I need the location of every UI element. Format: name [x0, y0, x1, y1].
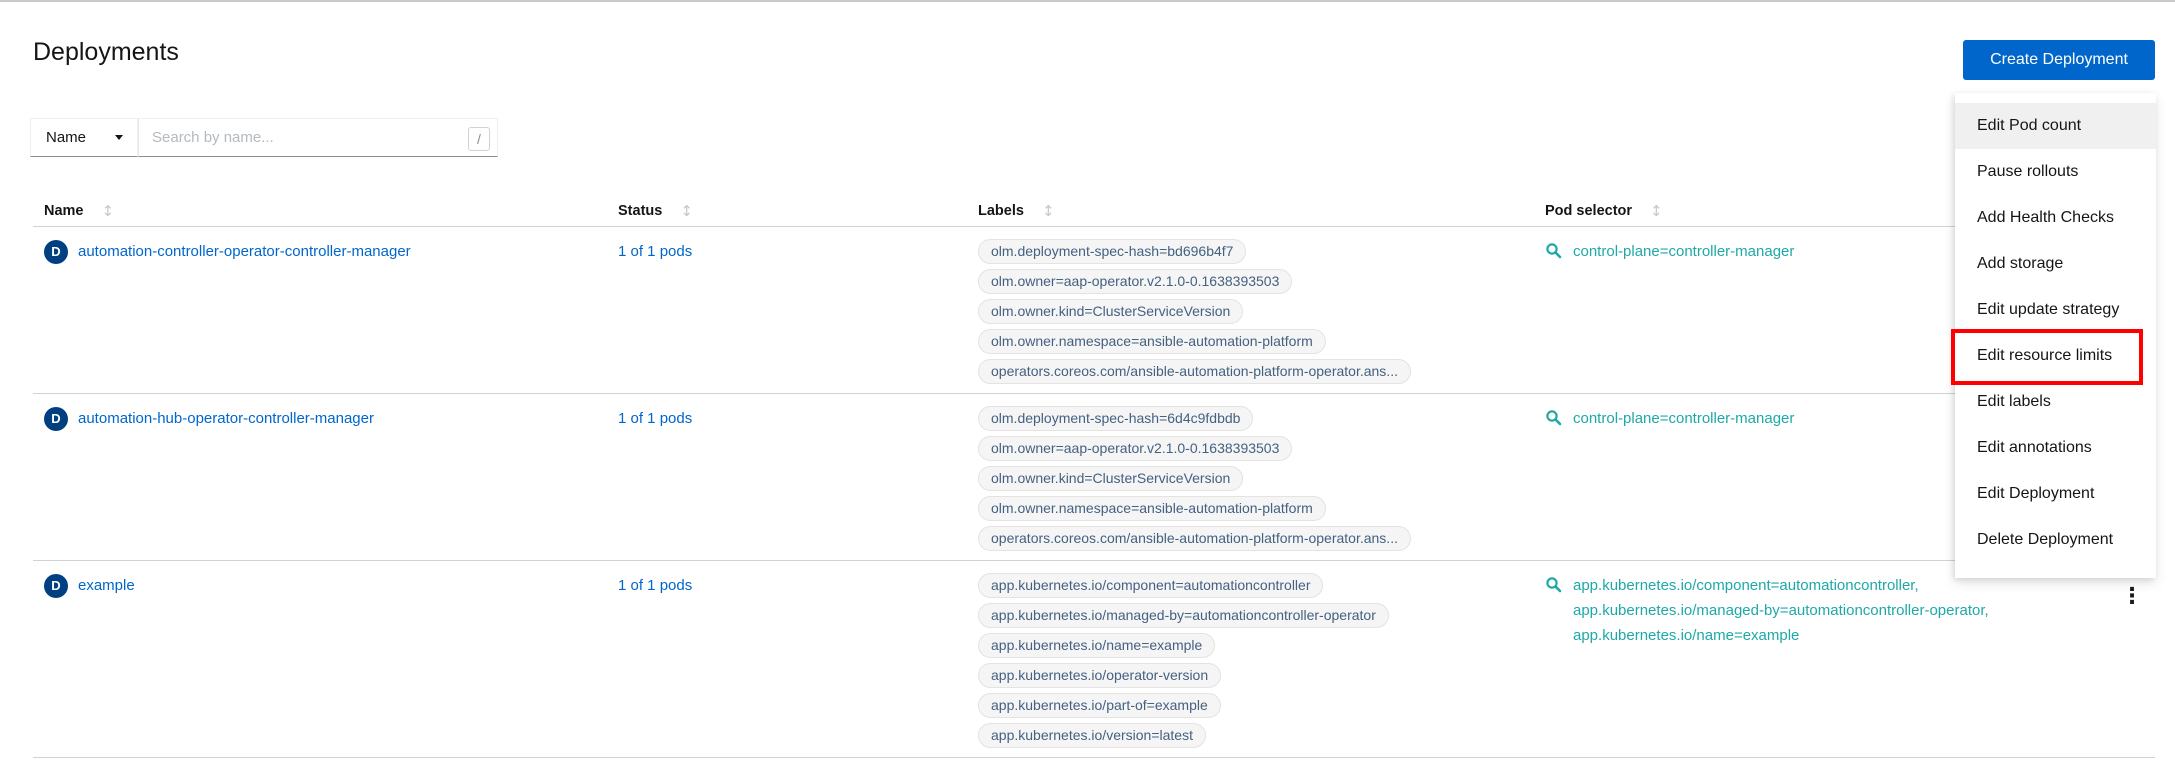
search-input[interactable]: [139, 119, 497, 156]
column-header-labels-label: Labels: [978, 203, 1024, 219]
label-pill[interactable]: olm.deployment-spec-hash=6d4c9fdbdb: [978, 406, 1253, 431]
pod-selector-text: app.kubernetes.io/name=example: [1573, 623, 2155, 648]
slash-shortcut-hint: /: [468, 127, 490, 151]
column-header-name[interactable]: Name ↕: [33, 202, 618, 220]
deployment-name-link[interactable]: automation-controller-operator-controlle…: [78, 239, 411, 264]
menu-item-edit-pod-count[interactable]: Edit Pod count: [1955, 103, 2156, 149]
table-row: D automation-hub-operator-controller-man…: [33, 394, 2155, 561]
deployment-name-link[interactable]: example: [78, 573, 135, 598]
filter-type-label: Name: [46, 129, 86, 146]
table-header-row: Name ↕ Status ↕ Labels ↕ Pod selector ↕: [33, 195, 2155, 227]
pod-selector-link[interactable]: app.kubernetes.io/component=automationco…: [1545, 573, 2155, 648]
deployment-badge: D: [44, 240, 68, 264]
status-cell: 1 of 1 pods: [618, 573, 978, 598]
column-header-status-label: Status: [618, 203, 662, 219]
label-pill[interactable]: olm.owner=aap-operator.v2.1.0-0.16383935…: [978, 436, 1292, 461]
pod-status-link[interactable]: 1 of 1 pods: [618, 406, 692, 431]
menu-item-edit-labels[interactable]: Edit labels: [1955, 379, 2156, 425]
pod-selector-text: app.kubernetes.io/managed-by=automationc…: [1573, 598, 2155, 623]
table-row: D example 1 of 1 pods app.kubernetes.io/…: [33, 561, 2155, 758]
label-pill[interactable]: olm.owner.kind=ClusterServiceVersion: [978, 466, 1243, 491]
column-header-pod-selector-label: Pod selector: [1545, 203, 1632, 219]
label-pill[interactable]: olm.deployment-spec-hash=bd696b4f7: [978, 239, 1246, 264]
menu-item-edit-annotations[interactable]: Edit annotations: [1955, 425, 2156, 471]
labels-cell: app.kubernetes.io/component=automationco…: [978, 573, 1545, 748]
column-header-status[interactable]: Status ↕: [618, 202, 978, 220]
menu-item-add-storage[interactable]: Add storage: [1955, 241, 2156, 287]
table-row: D automation-controller-operator-control…: [33, 227, 2155, 394]
column-header-name-label: Name: [44, 203, 84, 219]
label-pill[interactable]: app.kubernetes.io/name=example: [978, 633, 1215, 658]
status-cell: 1 of 1 pods: [618, 239, 978, 264]
labels-cell: olm.deployment-spec-hash=bd696b4f7 olm.o…: [978, 239, 1545, 384]
deployment-badge: D: [44, 407, 68, 431]
top-divider: [0, 0, 2175, 2]
deployment-name-cell: D automation-hub-operator-controller-man…: [33, 406, 618, 431]
labels-cell: olm.deployment-spec-hash=6d4c9fdbdb olm.…: [978, 406, 1545, 551]
sort-icon: ↕: [1042, 202, 1055, 220]
label-pill[interactable]: app.kubernetes.io/version=latest: [978, 723, 1206, 748]
menu-item-pause-rollouts[interactable]: Pause rollouts: [1955, 149, 2156, 195]
create-deployment-button[interactable]: Create Deployment: [1963, 40, 2155, 80]
pod-status-link[interactable]: 1 of 1 pods: [618, 239, 692, 264]
deployment-name-cell: D example: [33, 573, 618, 598]
label-pill[interactable]: olm.owner.namespace=ansible-automation-p…: [978, 496, 1326, 521]
label-pill[interactable]: olm.owner.kind=ClusterServiceVersion: [978, 299, 1243, 324]
filter-type-dropdown[interactable]: Name: [30, 118, 138, 157]
filter-toolbar: Name /: [30, 118, 498, 157]
label-pill[interactable]: app.kubernetes.io/operator-version: [978, 663, 1221, 688]
deployment-name-cell: D automation-controller-operator-control…: [33, 239, 618, 264]
kebab-menu-icon[interactable]: ⋮: [2120, 578, 2144, 616]
column-header-labels[interactable]: Labels ↕: [978, 202, 1545, 220]
deployment-badge: D: [44, 574, 68, 598]
menu-item-add-health-checks[interactable]: Add Health Checks: [1955, 195, 2156, 241]
label-pill[interactable]: app.kubernetes.io/managed-by=automationc…: [978, 603, 1389, 628]
menu-item-delete-deployment[interactable]: Delete Deployment: [1955, 517, 2156, 563]
search-box: /: [138, 118, 498, 157]
sort-icon: ↕: [1650, 202, 1663, 220]
menu-item-edit-resource-limits[interactable]: Edit resource limits: [1955, 333, 2156, 379]
menu-item-edit-deployment[interactable]: Edit Deployment: [1955, 471, 2156, 517]
search-icon: [1545, 242, 1562, 259]
menu-item-edit-update-strategy[interactable]: Edit update strategy: [1955, 287, 2156, 333]
deployment-name-link[interactable]: automation-hub-operator-controller-manag…: [78, 406, 374, 431]
status-cell: 1 of 1 pods: [618, 406, 978, 431]
page-title: Deployments: [33, 38, 179, 67]
pod-selector-cell: app.kubernetes.io/component=automationco…: [1545, 573, 2155, 648]
label-pill[interactable]: app.kubernetes.io/component=automationco…: [978, 573, 1323, 598]
label-pill[interactable]: olm.owner=aap-operator.v2.1.0-0.16383935…: [978, 269, 1292, 294]
search-icon: [1545, 576, 1562, 593]
pod-status-link[interactable]: 1 of 1 pods: [618, 573, 692, 598]
sort-icon: ↕: [102, 202, 115, 220]
label-pill[interactable]: olm.owner.namespace=ansible-automation-p…: [978, 329, 1326, 354]
search-icon: [1545, 409, 1562, 426]
label-pill[interactable]: operators.coreos.com/ansible-automation-…: [978, 359, 1411, 384]
deployments-page: Deployments Create Deployment Name / Nam…: [0, 0, 2175, 765]
chevron-down-icon: [115, 135, 123, 140]
deployment-actions-menu: Edit Pod count Pause rollouts Add Health…: [1955, 93, 2156, 578]
deployments-table: Name ↕ Status ↕ Labels ↕ Pod selector ↕ …: [33, 195, 2155, 758]
label-pill[interactable]: app.kubernetes.io/part-of=example: [978, 693, 1221, 718]
label-pill[interactable]: operators.coreos.com/ansible-automation-…: [978, 526, 1411, 551]
sort-icon: ↕: [680, 202, 693, 220]
